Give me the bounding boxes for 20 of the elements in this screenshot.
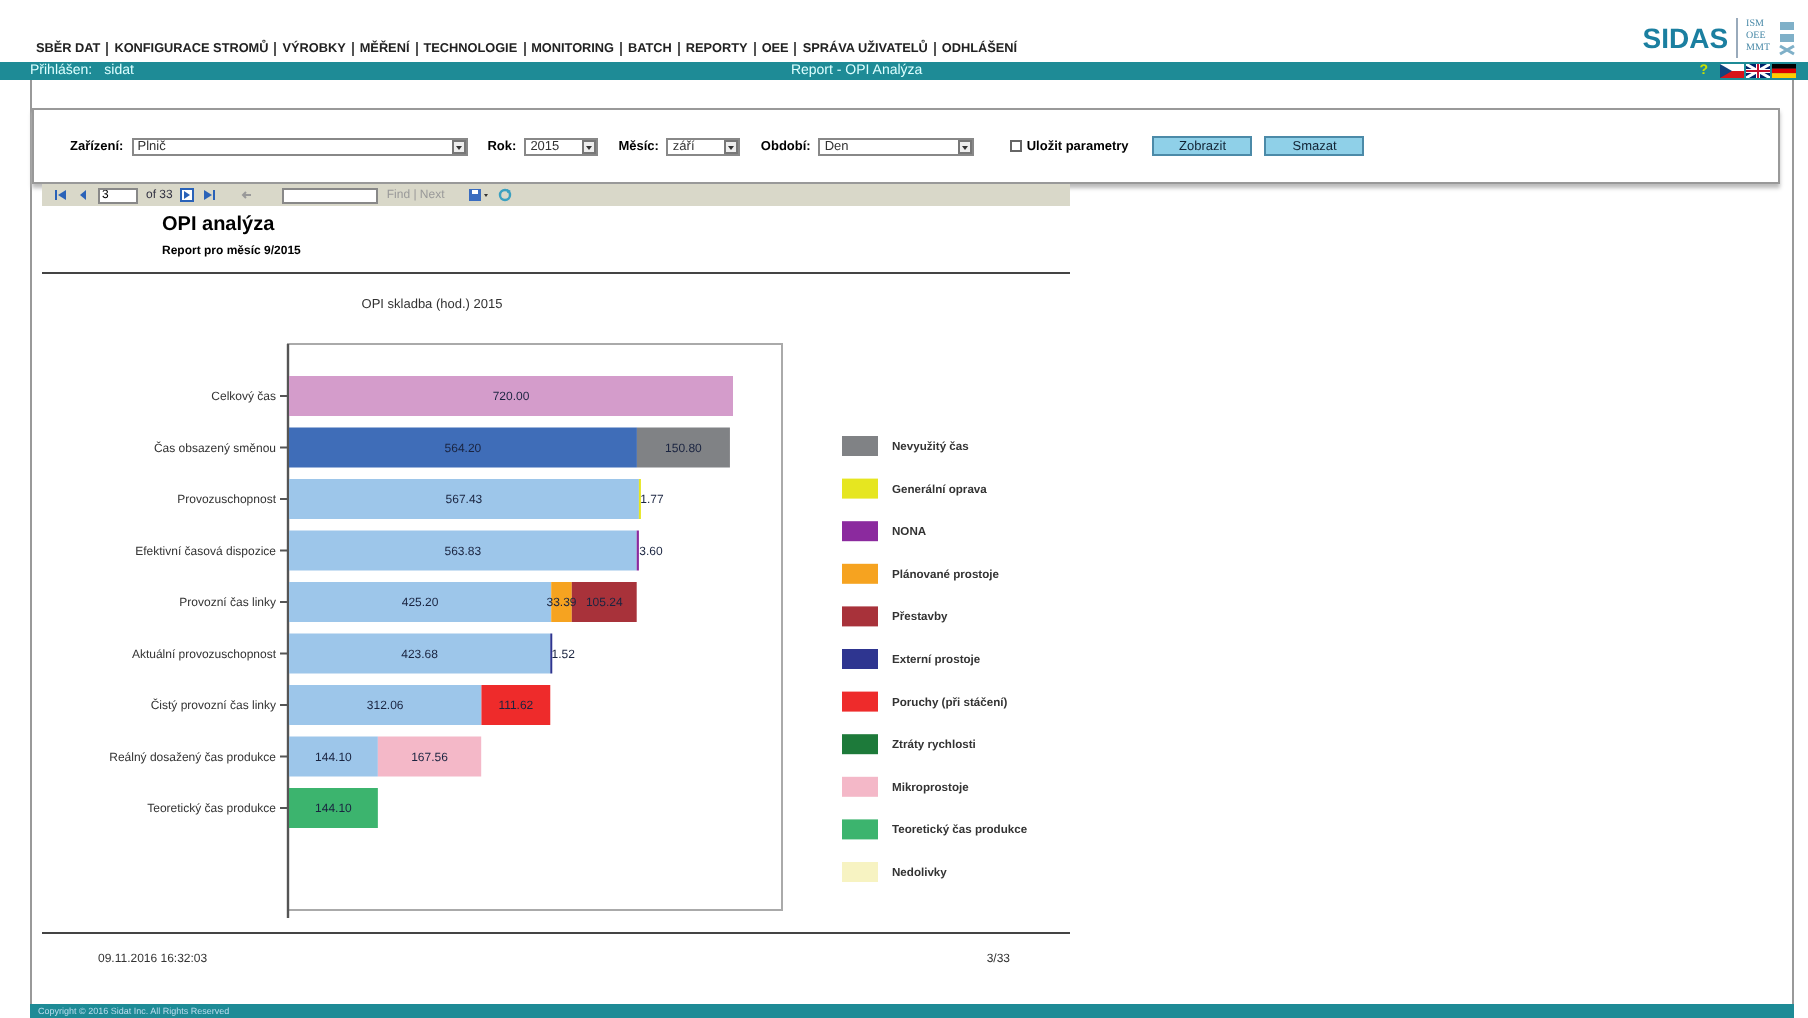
save-icon[interactable] xyxy=(468,188,491,202)
flag-icon[interactable] xyxy=(1720,64,1744,78)
report-title: OPI analýza xyxy=(162,214,277,236)
dropdown-icon xyxy=(958,139,973,153)
bar-segment xyxy=(289,788,378,828)
logo-icon xyxy=(1778,20,1796,56)
last-page-icon[interactable] xyxy=(202,188,217,202)
flag-icon[interactable] xyxy=(1772,64,1796,78)
checkbox[interactable] xyxy=(1010,140,1023,152)
first-page-icon[interactable] xyxy=(54,188,68,202)
find-field[interactable] xyxy=(282,187,379,203)
flag-icon[interactable] xyxy=(1746,64,1770,78)
dropdown-icon xyxy=(451,139,466,153)
logo-text: SIDAS xyxy=(1642,22,1729,54)
dropdown-icon xyxy=(582,139,597,153)
next-page-icon[interactable] xyxy=(180,188,195,202)
previous-page-icon[interactable] xyxy=(76,188,90,202)
bar-segment xyxy=(377,736,482,777)
dropdown-icon xyxy=(724,139,739,153)
bar-segment xyxy=(289,736,378,777)
